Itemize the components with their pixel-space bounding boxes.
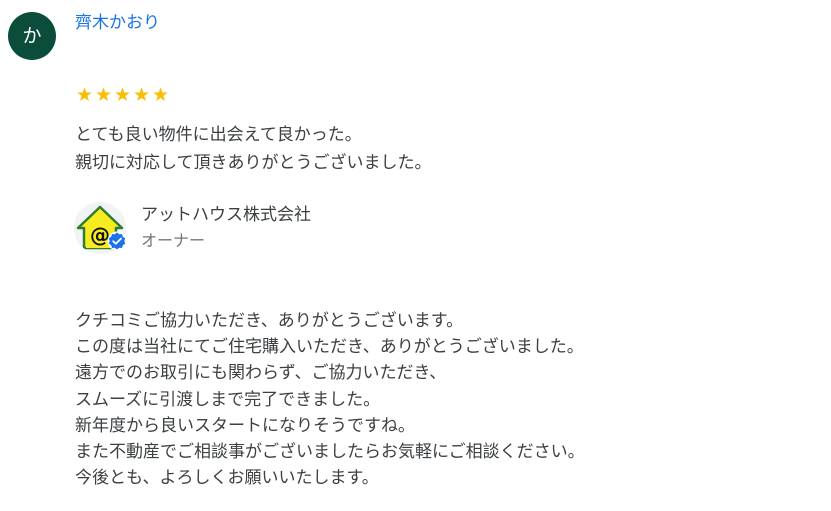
review-line: 親切に対応して頂きありがとうございました。 <box>75 153 432 173</box>
star-icon: ★ <box>113 84 132 106</box>
star-icon: ★ <box>94 84 113 106</box>
star-icon: ★ <box>132 84 151 106</box>
star-rating: ★ ★ ★ ★ ★ <box>75 84 170 106</box>
star-icon: ★ <box>151 84 170 106</box>
owner-name: アットハウス株式会社 <box>141 205 311 225</box>
reply-line: また不動産でご相談事がございましたらお気軽にご相談ください。 <box>75 442 585 463</box>
reply-line: クチコミご協力いただき、ありがとうございます。 <box>75 311 464 331</box>
review-line: とても良い物件に出会えて良かった。 <box>75 125 362 145</box>
reviewer-name-link[interactable]: 齊木かおり <box>75 11 160 35</box>
reply-line: 遠方でのお取引にも関わらず、ご協力いただき、 <box>75 363 447 384</box>
owner-reply-body: クチコミご協力いただき、ありがとうございます。 この度は当社にてご住宅購入いただ… <box>75 308 585 491</box>
reviewer-avatar[interactable]: か <box>8 12 56 60</box>
reviewer-initial: か <box>22 24 42 47</box>
review-body: とても良い物件に出会えて良かった。 親切に対応して頂きありがとうございました。 <box>75 121 432 177</box>
reply-line: この度は当社にてご住宅購入いただき、ありがとうございました。 <box>75 337 584 358</box>
star-icon: ★ <box>75 84 94 106</box>
owner-role-label: オーナー <box>141 231 206 250</box>
reply-line: スムーズに引渡しまで完了できました。 <box>75 389 381 410</box>
reply-line: 今後とも、よろしくお願いいたします。 <box>75 468 379 489</box>
reply-line: 新年度から良いスタートになりそうですね。 <box>75 415 415 436</box>
verified-check-icon <box>107 231 127 251</box>
